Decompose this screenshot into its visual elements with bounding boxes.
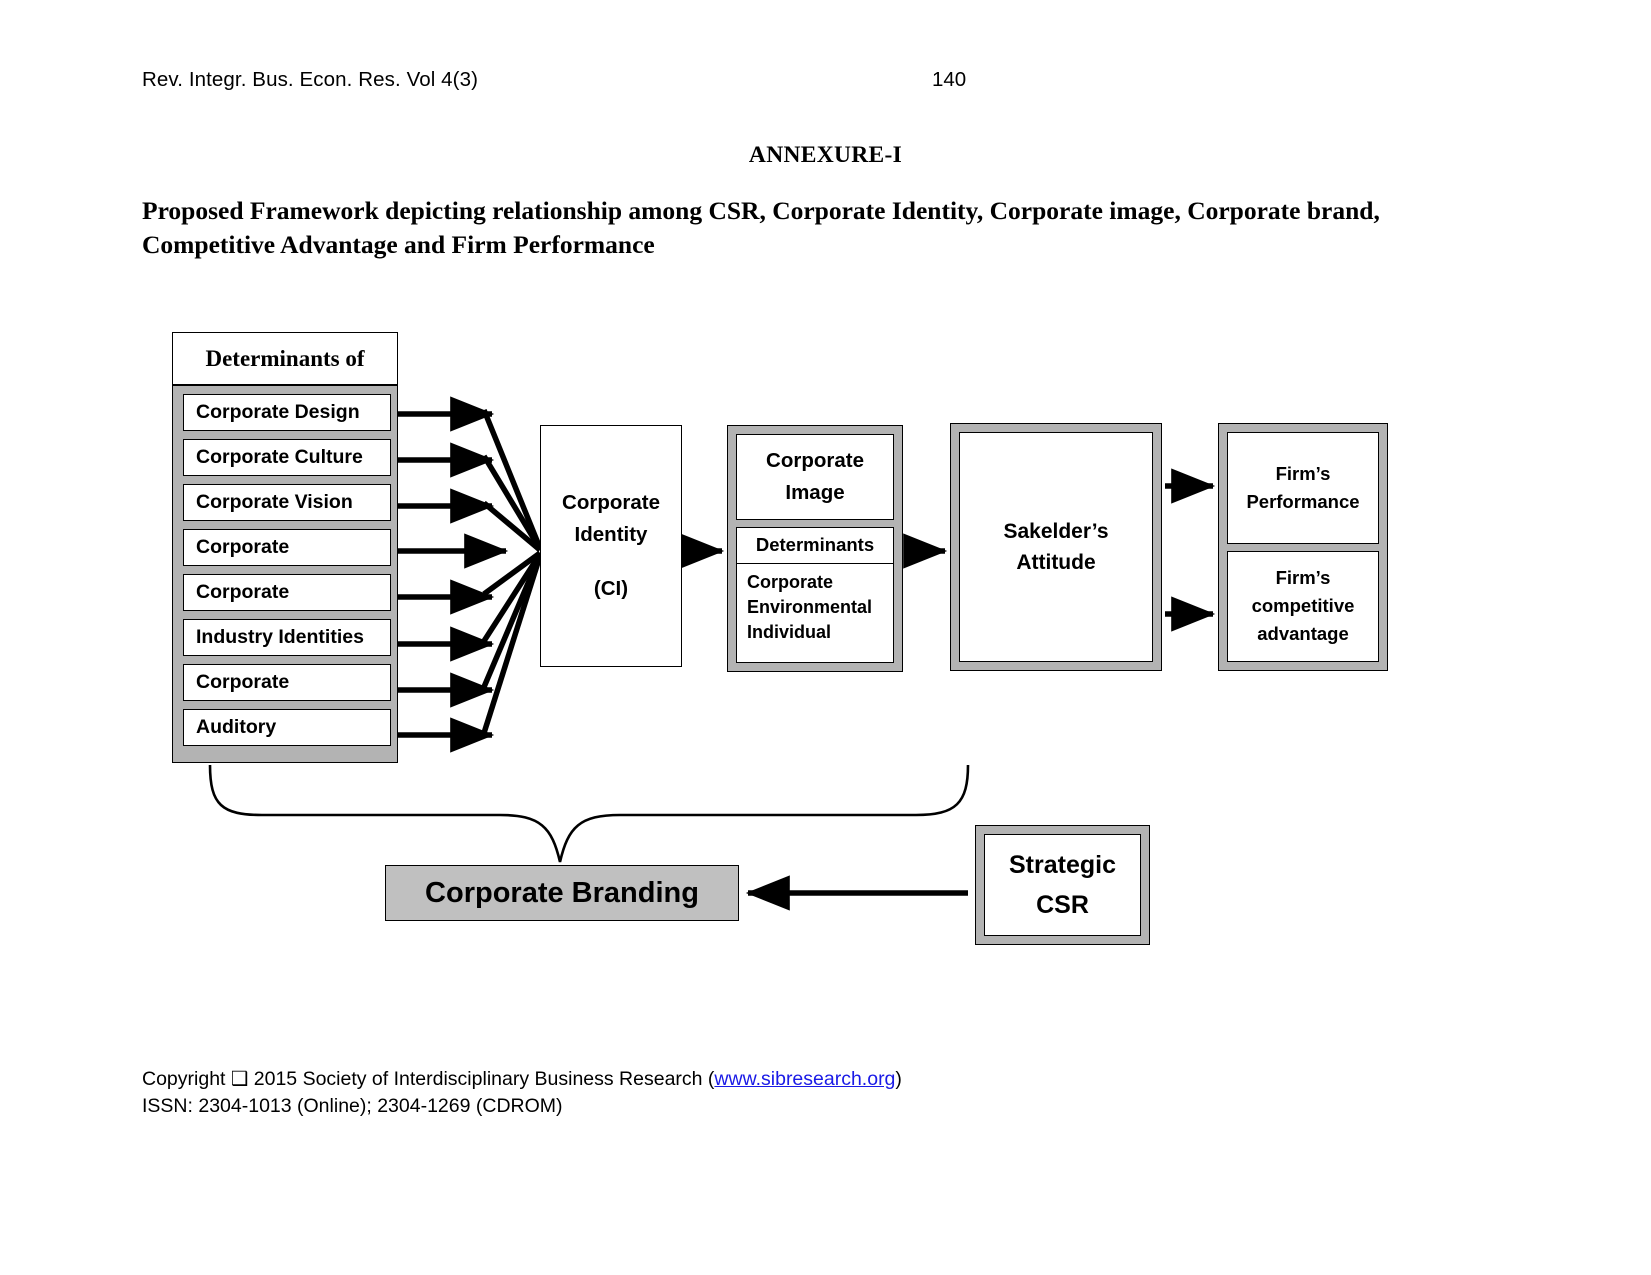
determinant-label: Corporate Vision: [196, 491, 353, 513]
determinant-label: Corporate Design: [196, 401, 360, 423]
determinants-list: Corporate Design Corporate Culture Corpo…: [172, 385, 398, 763]
firm-advantage-line-3: advantage: [1257, 623, 1349, 645]
firm-advantage-line-2: competitive: [1251, 595, 1355, 617]
corporate-image-node[interactable]: Corporate Image Determinants Corporate E…: [727, 425, 903, 672]
corporate-identity-node[interactable]: Corporate Identity (CI): [540, 425, 682, 667]
determinant-item-corporate-culture[interactable]: Corporate Culture: [183, 439, 391, 476]
copyright-line: Copyright ❑ 2015 Society of Interdiscipl…: [142, 1066, 902, 1093]
determinant-label: Corporate Culture: [196, 446, 363, 468]
image-determinant-individual: Individual: [747, 622, 832, 642]
determinant-label: Corporate: [196, 581, 290, 603]
sakelder-line-2: Attitude: [1016, 551, 1096, 574]
determinant-converging-lines: [481, 408, 543, 734]
sakelder-attitude-inner: Sakelder’s Attitude: [959, 432, 1153, 662]
ci-line-1: Corporate: [562, 491, 660, 514]
corporate-image-body: Determinants Corporate Environmental Ind…: [736, 527, 894, 663]
determinant-item-corporate-7[interactable]: Corporate: [183, 664, 391, 701]
determinant-label: Corporate: [196, 671, 290, 693]
firm-advantage-line-1: Firm’s: [1275, 567, 1331, 589]
copyright-suffix: ): [895, 1068, 902, 1090]
sakelder-attitude-node[interactable]: Sakelder’s Attitude: [950, 423, 1162, 671]
image-determinant-corporate: Corporate: [747, 572, 834, 592]
firm-performance-box[interactable]: Firm’s Performance: [1227, 432, 1379, 544]
firm-competitive-advantage-box[interactable]: Firm’s competitive advantage: [1227, 550, 1379, 662]
strategic-csr-inner: Strategic CSR: [984, 834, 1141, 936]
determinant-label: Corporate: [196, 536, 290, 558]
strategic-csr-line-1: Strategic: [1009, 851, 1116, 879]
determinant-item-corporate-vision[interactable]: Corporate Vision: [183, 484, 391, 521]
determinant-label: Auditory: [196, 716, 277, 738]
firm-performance-line-2: Performance: [1246, 490, 1360, 512]
sakelder-line-1: Sakelder’s: [1003, 520, 1109, 543]
corporate-image-title: Corporate Image: [736, 434, 894, 520]
determinants-header: Determinants of: [172, 332, 398, 385]
issn-line: ISSN: 2304-1013 (Online); 2304-1269 (CDR…: [142, 1095, 563, 1117]
sibresearch-link[interactable]: www.sibresearch.org: [714, 1068, 895, 1090]
strategic-csr-line-2: CSR: [1036, 891, 1089, 919]
image-determinants-list: Corporate Environmental Individual: [737, 564, 893, 645]
firm-performance-line-1: Firm’s: [1275, 462, 1331, 484]
determinant-arrows: [398, 396, 509, 753]
corporate-image-title-line-1: Corporate: [766, 449, 864, 472]
ci-line-2: Identity: [574, 523, 648, 546]
ci-abbreviation: (CI): [593, 577, 629, 600]
firm-outcomes-node: Firm’s Performance Firm’s competitive ad…: [1218, 423, 1388, 671]
determinant-item-industry-identities[interactable]: Industry Identities: [183, 619, 391, 656]
image-determinants-label: Determinants: [737, 528, 893, 564]
page-footer: Copyright ❑ 2015 Society of Interdiscipl…: [142, 1066, 902, 1120]
corporate-branding-node[interactable]: Corporate Branding: [385, 865, 739, 921]
determinant-item-corporate-5[interactable]: Corporate: [183, 574, 391, 611]
determinant-item-auditory[interactable]: Auditory: [183, 709, 391, 746]
strategic-csr-node[interactable]: Strategic CSR: [975, 825, 1150, 945]
branding-brace: [208, 764, 970, 863]
determinant-item-corporate-design[interactable]: Corporate Design: [183, 394, 391, 431]
determinant-item-corporate-4[interactable]: Corporate: [183, 529, 391, 566]
image-determinant-environmental: Environmental: [747, 597, 873, 617]
determinant-label: Industry Identities: [196, 626, 364, 648]
corporate-image-title-line-2: Image: [785, 481, 845, 504]
copyright-prefix: Copyright ❑ 2015 Society of Interdiscipl…: [142, 1068, 715, 1090]
corporate-branding-label: Corporate Branding: [425, 876, 699, 909]
